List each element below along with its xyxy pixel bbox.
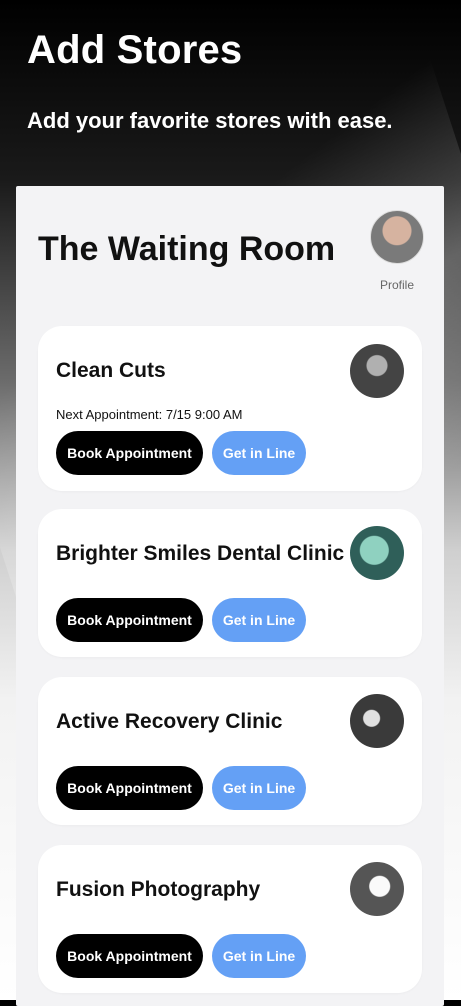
store-name: Clean Cuts: [56, 359, 166, 382]
get-in-line-button[interactable]: Get in Line: [212, 934, 306, 978]
profile-label: Profile: [379, 278, 414, 292]
next-appointment: Next Appointment: 7/15 9:00 AM: [56, 407, 243, 422]
get-in-line-button[interactable]: Get in Line: [212, 598, 306, 642]
photography-image: [350, 862, 404, 916]
store-name: Fusion Photography: [56, 878, 261, 901]
store-name: Active Recovery Clinic: [56, 710, 283, 733]
store-card-fusion-photography[interactable]: Fusion Photography Book Appointment Get …: [38, 845, 422, 993]
page-title: The Waiting Room: [38, 230, 336, 268]
barbershop-image: [350, 344, 404, 398]
book-appointment-button[interactable]: Book Appointment: [56, 766, 203, 810]
hero-subtitle: Add your favorite stores with ease.: [27, 108, 393, 133]
avatar[interactable]: [370, 210, 424, 264]
get-in-line-button[interactable]: Get in Line: [212, 431, 306, 475]
book-appointment-button[interactable]: Book Appointment: [56, 934, 203, 978]
book-appointment-button[interactable]: Book Appointment: [56, 431, 203, 475]
store-name: Brighter Smiles Dental Clinic: [56, 542, 345, 565]
book-appointment-button[interactable]: Book Appointment: [56, 598, 203, 642]
dental-image: [350, 526, 404, 580]
profile-button[interactable]: Profile: [370, 210, 424, 292]
store-card-active-recovery[interactable]: Active Recovery Clinic Book Appointment …: [38, 677, 422, 825]
clinic-image: [350, 694, 404, 748]
get-in-line-button[interactable]: Get in Line: [212, 766, 306, 810]
store-card-clean-cuts[interactable]: Clean Cuts Next Appointment: 7/15 9:00 A…: [38, 326, 422, 491]
waiting-room-panel: The Waiting Room Profile Clean Cuts Next…: [16, 186, 444, 1006]
hero-title: Add Stores: [27, 28, 243, 72]
store-card-brighter-smiles[interactable]: Brighter Smiles Dental Clinic Book Appoi…: [38, 509, 422, 657]
